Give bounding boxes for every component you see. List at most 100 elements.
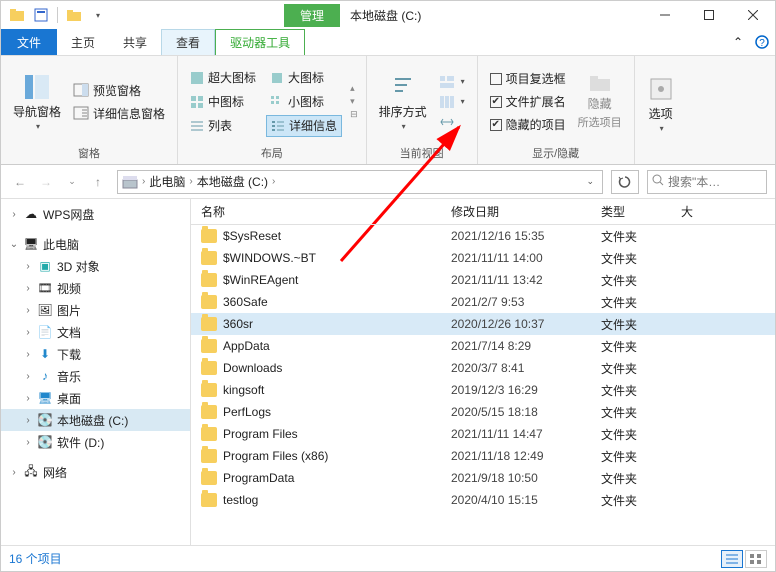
help-icon[interactable]: ? [749,29,775,55]
icons-view-switch[interactable] [745,550,767,568]
window-title: 本地磁盘 (C:) [350,7,421,24]
view-list[interactable]: 列表 [186,115,260,137]
file-type: 文件夹 [601,316,681,333]
sidebar-item-music[interactable]: ›♪音乐 [1,365,190,387]
file-row[interactable]: kingsoft2019/12/3 16:29文件夹 [191,379,775,401]
file-row[interactable]: PerfLogs2020/5/15 18:18文件夹 [191,401,775,423]
file-row[interactable]: 360Safe2021/2/7 9:53文件夹 [191,291,775,313]
column-type[interactable]: 类型 [601,203,681,220]
tab-drive-tools[interactable]: 驱动器工具 [215,29,305,55]
documents-icon: 📄 [37,324,53,340]
sidebar-item-c-drive[interactable]: ›💽本地磁盘 (C:) [1,409,190,431]
forward-button[interactable]: → [35,171,57,193]
view-small-icons[interactable]: 小图标 [266,91,342,113]
nav-pane-label: 导航窗格 [13,103,61,120]
folder-icon [201,493,217,507]
file-list: 名称 修改日期 类型 大 $SysReset2021/12/16 15:35文件… [191,199,775,545]
file-name: 360Safe [223,295,268,309]
options-button[interactable]: 选项 ▾ [643,73,679,135]
view-large-icons[interactable]: 大图标 [266,67,342,89]
preview-pane-button[interactable]: 预览窗格 [69,80,169,101]
address-dropdown-icon[interactable]: ⌄ [582,176,598,187]
desktop-icon: 🖥 [37,390,53,406]
file-type: 文件夹 [601,470,681,487]
file-row[interactable]: Program Files (x86)2021/11/18 12:49文件夹 [191,445,775,467]
sidebar-item-videos[interactable]: ›🎞视频 [1,277,190,299]
file-row[interactable]: testlog2020/4/10 15:15文件夹 [191,489,775,511]
folder-icon [201,449,217,463]
hide-selected-button[interactable]: 隐藏 所选项目 [574,71,626,132]
column-headers[interactable]: 名称 修改日期 类型 大 [191,199,775,225]
collapse-ribbon-icon[interactable]: ⌃ [727,29,749,55]
add-columns-button[interactable]: ▾ [435,93,469,111]
view-medium-icons[interactable]: 中图标 [186,91,260,113]
recent-locations-button[interactable]: ⌄ [61,171,83,193]
sort-by-label: 排序方式 [379,103,427,120]
tab-file[interactable]: 文件 [1,29,57,55]
refresh-button[interactable] [611,170,639,194]
view-details[interactable]: 详细信息 [266,115,342,137]
file-date: 2019/12/3 16:29 [451,383,601,397]
nav-pane-button[interactable]: 导航窗格 ▾ [9,71,65,133]
details-pane-label: 详细信息窗格 [93,105,165,122]
view-extra-large-icons[interactable]: 超大图标 [186,67,260,89]
file-row[interactable]: Downloads2020/3/7 8:41文件夹 [191,357,775,379]
file-row[interactable]: ProgramData2021/9/18 10:50文件夹 [191,467,775,489]
back-button[interactable]: ← [9,171,31,193]
tab-view[interactable]: 查看 [161,29,215,55]
sidebar-item-network[interactable]: ›🖧网络 [1,461,190,483]
hidden-items-toggle[interactable]: 隐藏的项目 [486,114,570,135]
sidebar-item-pictures[interactable]: ›🖼图片 [1,299,190,321]
file-date: 2021/11/11 14:00 [451,251,601,265]
file-date: 2021/2/7 9:53 [451,295,601,309]
file-name: PerfLogs [223,405,271,419]
minimize-button[interactable] [643,1,687,29]
column-date[interactable]: 修改日期 [451,203,601,220]
file-row[interactable]: $WINDOWS.~BT2021/11/11 14:00文件夹 [191,247,775,269]
folder-icon [201,229,217,243]
column-size[interactable]: 大 [681,203,721,220]
column-name[interactable]: 名称 [201,203,451,220]
file-row[interactable]: $SysReset2021/12/16 15:35文件夹 [191,225,775,247]
address-bar: ← → ⌄ ↑ › 此电脑 › 本地磁盘 (C:) › ⌄ 搜索"本… [1,165,775,199]
file-row[interactable]: AppData2021/7/14 8:29文件夹 [191,335,775,357]
group-by-button[interactable]: ▾ [435,73,469,91]
tab-share[interactable]: 共享 [109,29,161,55]
folder-icon [201,339,217,353]
up-button[interactable]: ↑ [87,171,109,193]
file-type: 文件夹 [601,228,681,245]
tab-bar: 文件 主页 共享 查看 驱动器工具 ⌃ ? [1,29,775,55]
file-extensions-toggle[interactable]: 文件扩展名 [486,91,570,112]
sort-by-button[interactable]: 排序方式 ▾ [375,71,431,133]
sidebar-item-desktop[interactable]: ›🖥桌面 [1,387,190,409]
sidebar-item-documents[interactable]: ›📄文档 [1,321,190,343]
file-name: Program Files (x86) [223,449,328,463]
sidebar-item-downloads[interactable]: ›⬇下载 [1,343,190,365]
size-columns-button[interactable] [435,113,469,131]
qat-properties-icon[interactable] [31,5,51,25]
breadcrumb-this-pc[interactable]: 此电脑 [149,173,185,190]
sidebar-item-3d-objects[interactable]: ›▣3D 对象 [1,255,190,277]
sidebar-item-wps[interactable]: ›☁WPS网盘 [1,203,190,225]
file-name: $WinREAgent [223,273,298,287]
search-input[interactable]: 搜索"本… [647,170,767,194]
close-button[interactable] [731,1,775,29]
details-pane-button[interactable]: 详细信息窗格 [69,103,169,124]
file-name: 360sr [223,317,253,331]
folder-icon [201,273,217,287]
music-icon: ♪ [37,368,53,384]
sidebar-item-this-pc[interactable]: ⌄🖥此电脑 [1,233,190,255]
sidebar-item-d-drive[interactable]: ›💽软件 (D:) [1,431,190,453]
details-view-switch[interactable] [721,550,743,568]
file-row[interactable]: Program Files2021/11/11 14:47文件夹 [191,423,775,445]
file-row[interactable]: 360sr2020/12/26 10:37文件夹 [191,313,775,335]
file-row[interactable]: $WinREAgent2021/11/11 13:42文件夹 [191,269,775,291]
qat-customize-icon[interactable]: ▾ [88,5,108,25]
qat-newfolder-icon[interactable] [64,5,84,25]
item-checkboxes-toggle[interactable]: 项目复选框 [486,68,570,89]
breadcrumb-drive[interactable]: 本地磁盘 (C:) [197,173,268,190]
maximize-button[interactable] [687,1,731,29]
tab-home[interactable]: 主页 [57,29,109,55]
preview-pane-label: 预览窗格 [93,82,141,99]
breadcrumb[interactable]: › 此电脑 › 本地磁盘 (C:) › ⌄ [117,170,603,194]
